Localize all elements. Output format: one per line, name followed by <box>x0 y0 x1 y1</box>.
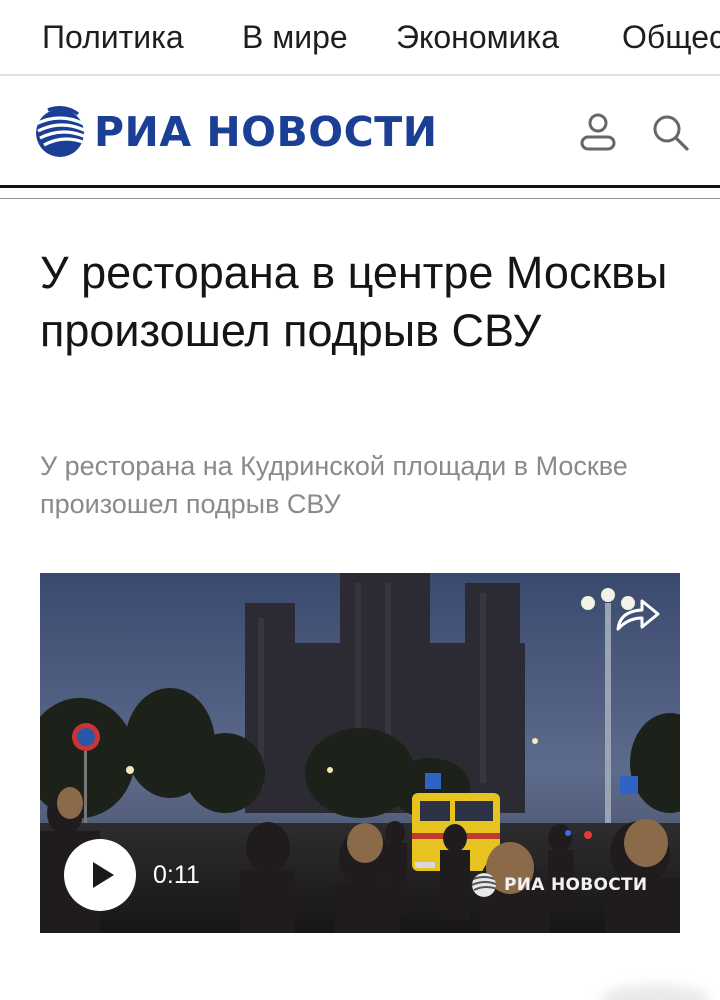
header-rule <box>0 185 720 188</box>
watermark-text: РИА НОВОСТИ <box>504 875 648 895</box>
search-icon[interactable] <box>648 110 692 154</box>
category-nav: Политика В мире Экономика Общество <box>0 0 720 74</box>
article-headline: У ресторана в центре Москвы произошел по… <box>40 247 668 356</box>
video-duration: 0:11 <box>153 861 200 889</box>
globe-logo-icon <box>36 106 84 157</box>
user-icon[interactable] <box>576 110 620 154</box>
share-arrow-icon[interactable] <box>612 595 662 635</box>
play-icon <box>93 862 114 888</box>
nav-item-economy[interactable]: Экономика <box>396 17 559 57</box>
logo-text: РИА НОВОСТИ <box>94 108 438 156</box>
header-rule-thin <box>0 198 720 199</box>
watermark-globe-icon <box>472 873 496 897</box>
nav-item-society[interactable]: Общество <box>622 17 720 57</box>
article-lead: У ресторана на Кудринской площади в Моск… <box>40 451 628 519</box>
nav-item-politics[interactable]: Политика <box>42 17 184 57</box>
play-button[interactable] <box>64 839 136 911</box>
site-header: РИА НОВОСТИ <box>0 76 720 186</box>
page: Политика В мире Экономика Общество РИА <box>0 0 720 1000</box>
nav-item-world[interactable]: В мире <box>242 17 348 57</box>
floating-button-shadow <box>600 985 710 1000</box>
video-player[interactable]: 0:11 РИА НОВОСТИ <box>40 573 680 933</box>
